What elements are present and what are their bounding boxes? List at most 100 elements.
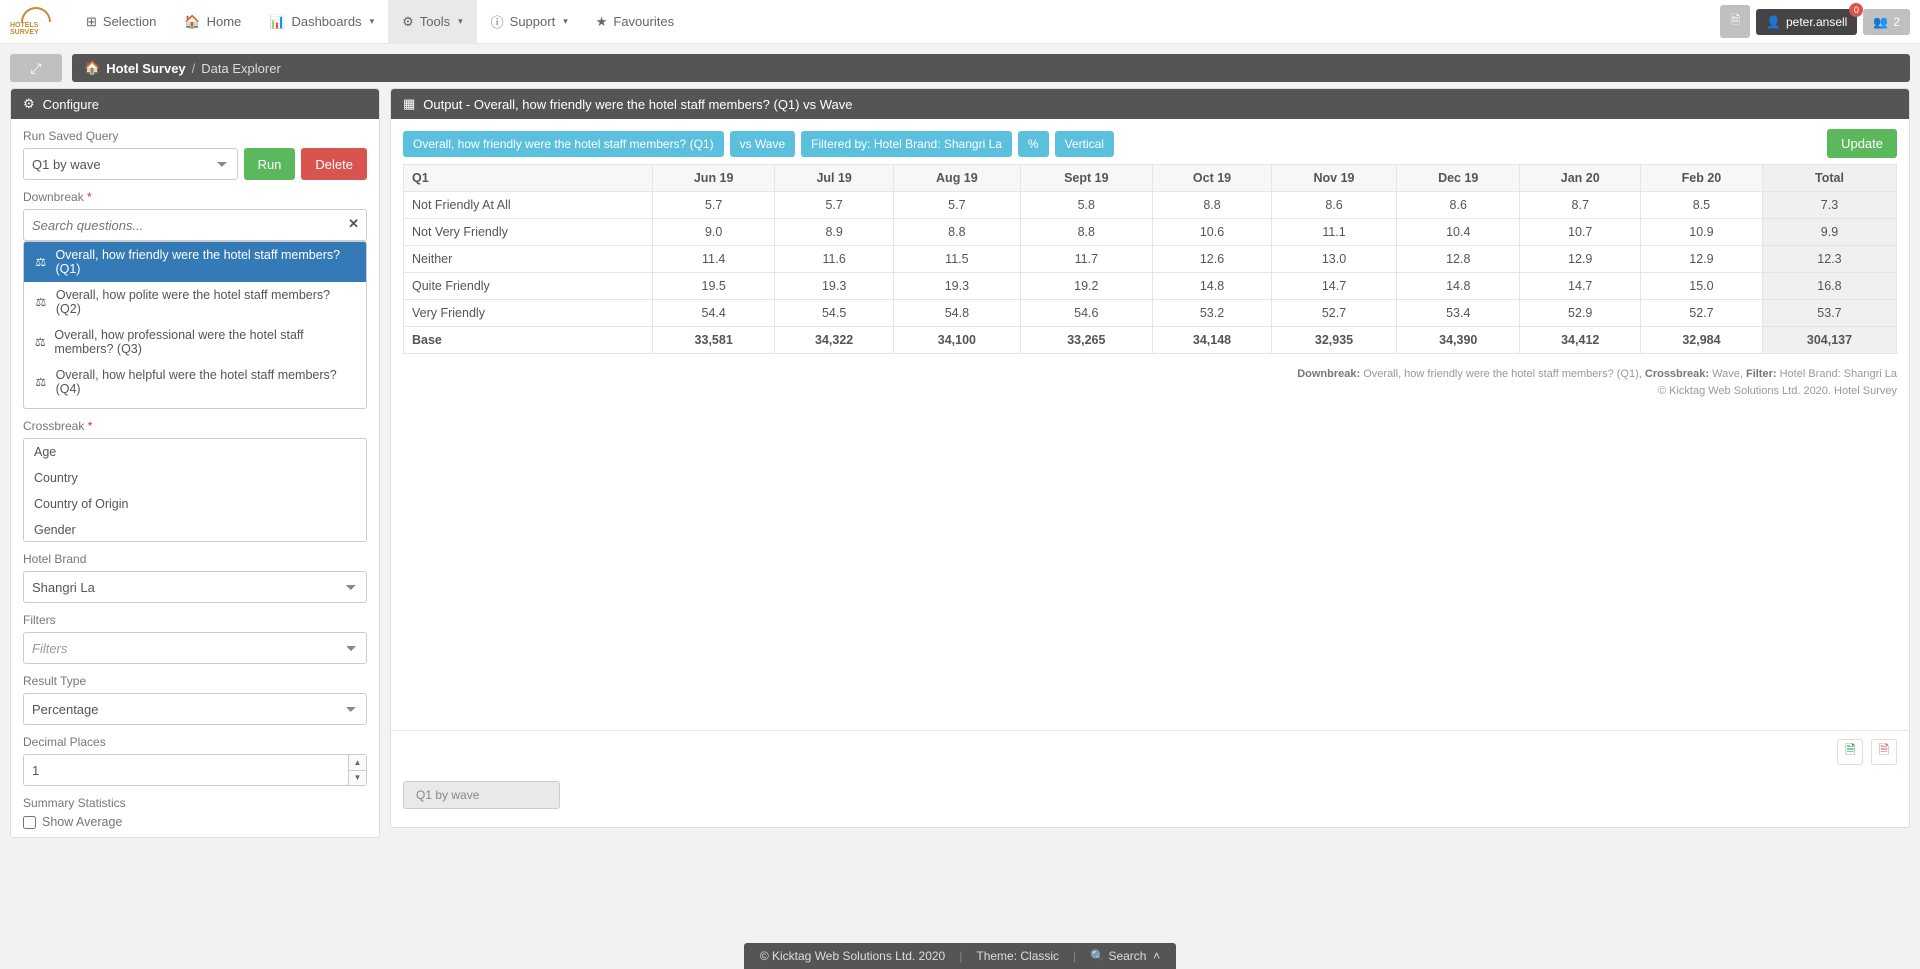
- filters-select[interactable]: Filters: [23, 632, 367, 664]
- table-row: Not Friendly At All5.75.75.75.88.88.68.6…: [404, 192, 1897, 219]
- crossbreak-item[interactable]: Gender: [24, 517, 366, 542]
- meta-line-2: © Kicktag Web Solutions Ltd. 2020. Hotel…: [403, 383, 1897, 400]
- brand-select[interactable]: Shangri La: [23, 571, 367, 603]
- breadcrumb-root[interactable]: Hotel Survey: [106, 61, 185, 76]
- meta-line-1: Downbreak: Overall, how friendly were th…: [403, 366, 1897, 383]
- user-menu[interactable]: 👤 peter.ansell 0: [1756, 9, 1857, 35]
- expand-button[interactable]: ⤢: [10, 54, 62, 82]
- nav-tools[interactable]: ⚙Tools▾: [388, 0, 477, 44]
- decimal-up[interactable]: ▲: [349, 755, 366, 771]
- show-average-row[interactable]: Show Average: [23, 815, 367, 829]
- cell: 16.8: [1762, 273, 1896, 300]
- crossbreak-label: Crossbreak: [23, 419, 84, 433]
- row-label: Very Friendly: [404, 300, 653, 327]
- cell: 34,322: [775, 327, 894, 354]
- base-row: Base33,58134,32234,10033,26534,14832,935…: [404, 327, 1897, 354]
- export-excel-button[interactable]: 🗎: [1837, 739, 1863, 765]
- footer-search[interactable]: 🔍 Search ˄: [1090, 949, 1160, 963]
- summary-label: Summary Statistics: [23, 796, 367, 810]
- cell: 10.9: [1640, 219, 1762, 246]
- downbreak-listbox[interactable]: ⚖Overall, how friendly were the hotel st…: [23, 241, 367, 409]
- cell: 5.8: [1020, 192, 1152, 219]
- crossbreak-item[interactable]: Age: [24, 439, 366, 465]
- cell: 52.9: [1520, 300, 1640, 327]
- output-panel: ▦ Output - Overall, how friendly were th…: [390, 88, 1910, 828]
- cell: 54.8: [894, 300, 1020, 327]
- question-item[interactable]: ⚖How quick was the check-in process at o…: [24, 402, 366, 409]
- column-header: Total: [1762, 165, 1896, 192]
- user-icon: 👤: [1766, 15, 1781, 29]
- crossbreak-item[interactable]: Country: [24, 465, 366, 491]
- cell: 8.8: [1020, 219, 1152, 246]
- document-icon: 🗎: [1730, 11, 1740, 32]
- cell: 19.3: [894, 273, 1020, 300]
- downbreak-label: Downbreak: [23, 190, 84, 204]
- notification-badge: 0: [1849, 3, 1863, 17]
- search-input[interactable]: [23, 209, 367, 241]
- decimal-down[interactable]: ▼: [349, 771, 366, 786]
- question-item[interactable]: ⚖Overall, how polite were the hotel staf…: [24, 282, 366, 322]
- cell: 54.4: [653, 300, 775, 327]
- cell: 8.6: [1272, 192, 1397, 219]
- filter-pill[interactable]: Vertical: [1055, 131, 1114, 157]
- question-item[interactable]: ⚖Overall, how professional were the hote…: [24, 322, 366, 362]
- breadcrumb: 🏠 Hotel Survey / Data Explorer: [72, 54, 1910, 82]
- cell: 8.6: [1397, 192, 1520, 219]
- data-table: Q1Jun 19Jul 19Aug 19Sept 19Oct 19Nov 19D…: [403, 164, 1897, 354]
- nav-favourites[interactable]: ★Favourites: [582, 0, 688, 44]
- delete-button[interactable]: Delete: [301, 148, 367, 180]
- scale-icon: ⚖: [34, 255, 47, 269]
- result-type-select[interactable]: Percentage: [23, 693, 367, 725]
- cell: 52.7: [1640, 300, 1762, 327]
- cell: 11.4: [653, 246, 775, 273]
- cell: 10.7: [1520, 219, 1640, 246]
- row-label: Not Friendly At All: [404, 192, 653, 219]
- question-item[interactable]: ⚖Overall, how helpful were the hotel sta…: [24, 362, 366, 402]
- nav-selection[interactable]: ⊞Selection: [72, 0, 170, 44]
- nav-dashboards[interactable]: 📊Dashboards▾: [255, 0, 388, 44]
- run-button[interactable]: Run: [244, 148, 296, 180]
- filter-pill[interactable]: vs Wave: [730, 131, 796, 157]
- cell: 9.0: [653, 219, 775, 246]
- chevron-down-icon: ▾: [458, 16, 463, 27]
- show-average-checkbox[interactable]: [23, 816, 36, 829]
- footer-theme[interactable]: Theme: Classic: [976, 949, 1059, 963]
- update-button[interactable]: Update: [1827, 129, 1897, 158]
- nav-icon: 🏠: [184, 14, 200, 30]
- cell: 7.3: [1762, 192, 1896, 219]
- filter-pill[interactable]: Filtered by: Hotel Brand: Shangri La: [801, 131, 1012, 157]
- cell: 34,390: [1397, 327, 1520, 354]
- column-header: Oct 19: [1153, 165, 1272, 192]
- column-header: Jun 19: [653, 165, 775, 192]
- cell: 11.5: [894, 246, 1020, 273]
- row-label: Quite Friendly: [404, 273, 653, 300]
- cell: 5.7: [653, 192, 775, 219]
- column-header: Nov 19: [1272, 165, 1397, 192]
- top-nav: HOTELS SURVEY ⊞Selection🏠Home📊Dashboards…: [0, 0, 1920, 44]
- group-button[interactable]: 👥 2: [1863, 9, 1910, 35]
- cell: 5.7: [894, 192, 1020, 219]
- nav-home[interactable]: 🏠Home: [170, 0, 255, 44]
- crossbreak-item[interactable]: Country of Origin: [24, 491, 366, 517]
- export-bar: 🗎 🗎: [391, 730, 1909, 773]
- new-document-button[interactable]: 🗎: [1720, 5, 1750, 38]
- cell: 13.0: [1272, 246, 1397, 273]
- column-header: Sept 19: [1020, 165, 1152, 192]
- filter-pill[interactable]: %: [1018, 131, 1049, 157]
- cell: 34,148: [1153, 327, 1272, 354]
- export-pdf-button[interactable]: 🗎: [1871, 739, 1897, 765]
- nav-support[interactable]: ⓘSupport▾: [477, 0, 582, 44]
- question-item[interactable]: ⚖Overall, how friendly were the hotel st…: [24, 242, 366, 282]
- table-icon: ▦: [403, 96, 415, 112]
- saved-query-select[interactable]: Q1 by wave: [23, 148, 238, 180]
- row-label: Base: [404, 327, 653, 354]
- scale-icon: ⚖: [34, 335, 46, 349]
- decimal-input[interactable]: [23, 754, 367, 786]
- clear-search-icon[interactable]: ✕: [348, 216, 359, 232]
- crossbreak-listbox[interactable]: AgeCountryCountry of OriginGenderRegion: [23, 438, 367, 542]
- users-icon: 👥: [1873, 15, 1888, 29]
- filter-pill[interactable]: Overall, how friendly were the hotel sta…: [403, 131, 724, 157]
- saved-query-label: Run Saved Query: [23, 129, 367, 143]
- output-title: Output - Overall, how friendly were the …: [423, 97, 852, 112]
- cell: 304,137: [1762, 327, 1896, 354]
